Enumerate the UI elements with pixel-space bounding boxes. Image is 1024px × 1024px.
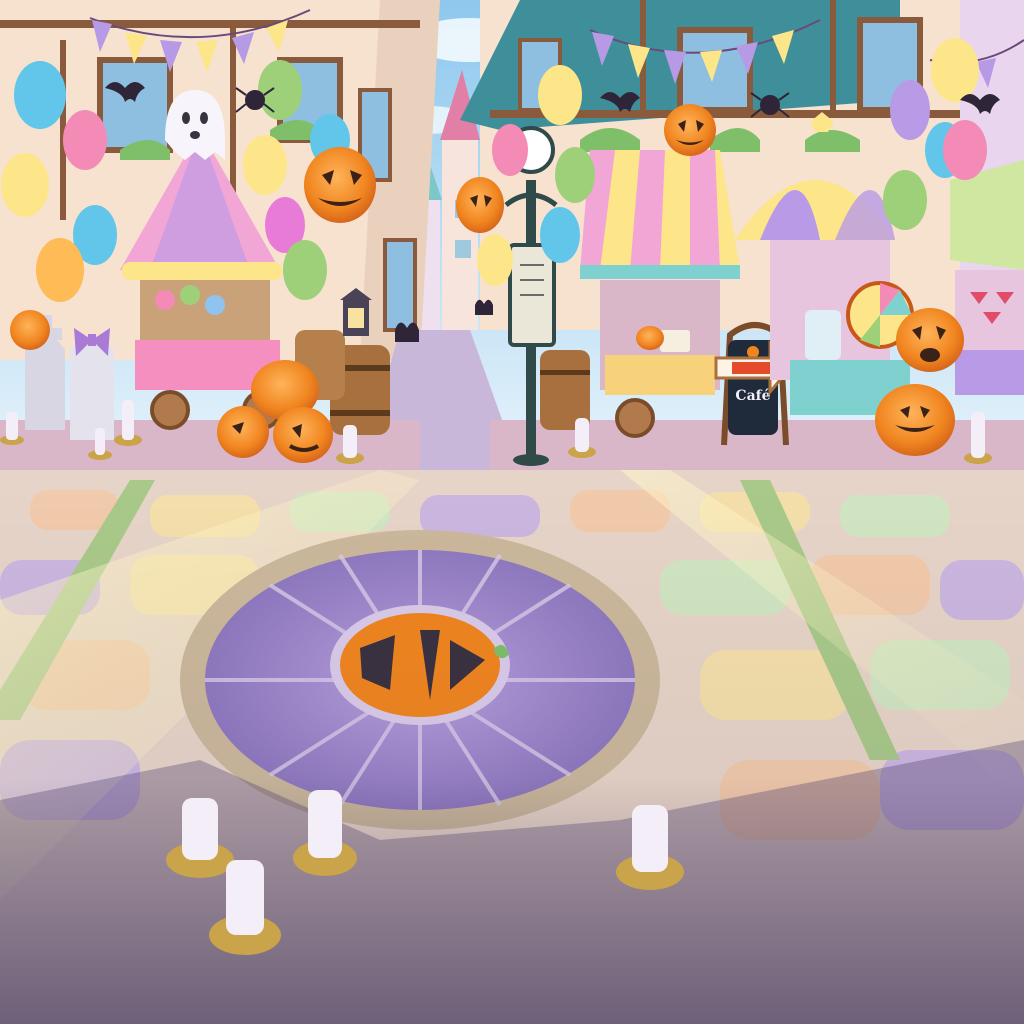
- halloween-market-scene: Café: [0, 0, 1024, 1024]
- ghost-icon: [165, 90, 225, 160]
- cafe-sign-text: Café: [735, 388, 770, 404]
- scene-artwork: Café: [0, 0, 1024, 1024]
- far-right-stall: [950, 160, 1024, 395]
